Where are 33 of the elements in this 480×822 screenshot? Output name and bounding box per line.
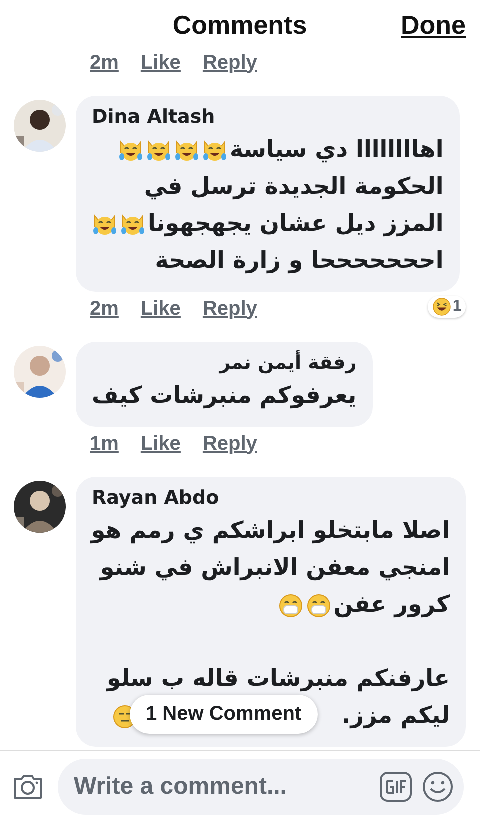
comment-time: 2m: [90, 298, 119, 320]
mask-face-icon: [306, 592, 332, 618]
comment-text: ليكم مزز.: [342, 702, 450, 731]
comment-text: اهاااااااا دي سياسة: [230, 136, 444, 165]
comment-time: 2m: [90, 52, 119, 74]
mask-face-icon: [278, 592, 304, 618]
commenter-name[interactable]: Dina Altash: [92, 106, 444, 128]
like-link[interactable]: Like: [140, 432, 181, 456]
camera-icon[interactable]: [12, 772, 44, 800]
comment-text: عارفنكم منبرشات قاله ب سلو: [107, 665, 450, 694]
comment-text: امنجي معفن الانبراش في شنو: [100, 554, 450, 583]
like-link[interactable]: Like: [140, 298, 181, 320]
commenter-name[interactable]: رفقة أيمن نمر: [92, 352, 357, 374]
laughing-face-icon: [432, 297, 452, 317]
reply-link[interactable]: Reply: [202, 432, 258, 456]
comment-field[interactable]: Write a comment...: [58, 758, 464, 814]
reaction-badge[interactable]: 1: [428, 296, 466, 318]
header-title: Comments: [172, 10, 308, 40]
comment-text: احححححححا و زارة الصحة: [155, 247, 444, 276]
comment-text: اصلا مابتخلو ابراشكم ي رمم هو: [91, 517, 450, 546]
comment-time: 1m: [90, 432, 119, 456]
emoji-icon[interactable]: [422, 770, 454, 802]
reply-link[interactable]: Reply: [202, 298, 258, 320]
new-comment-button[interactable]: 1 New Comment: [130, 695, 318, 734]
comment-text: كرور عفن: [334, 591, 450, 620]
like-link[interactable]: Like: [140, 52, 181, 74]
comment-text: يعرفوكم منبرشات كيف: [92, 382, 357, 411]
done-button[interactable]: Done: [401, 10, 466, 40]
comment-text: المزز ديل عشان يجهجهونا: [148, 210, 444, 239]
commenter-name[interactable]: Rayan Abdo: [92, 487, 450, 509]
reply-link[interactable]: Reply: [202, 52, 258, 74]
comment-text: الحكومة الجديدة ترسل في: [144, 173, 444, 202]
gif-icon[interactable]: [380, 772, 412, 802]
